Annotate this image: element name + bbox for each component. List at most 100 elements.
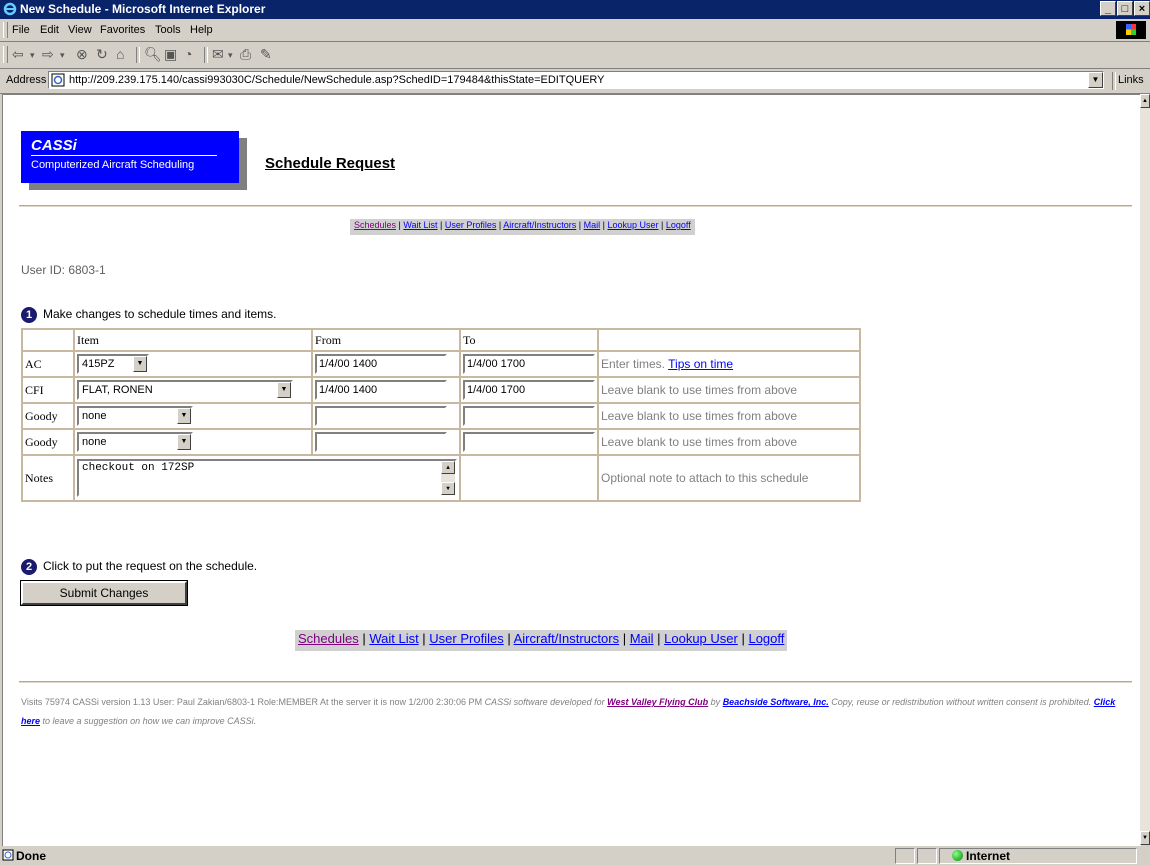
search-icon[interactable]: 🔍︎ (144, 46, 162, 63)
edit-icon[interactable]: ✎ (260, 46, 272, 63)
goody-select[interactable]: none ▼ (77, 432, 193, 452)
maximize-button[interactable]: □ (1117, 1, 1133, 16)
nav-wait-list[interactable]: Wait List (403, 220, 437, 230)
nav-aircraft-instructors[interactable]: Aircraft/Instructors (514, 631, 619, 646)
table-row-notes: Notes checkout on 172SP ▲ ▼ Optional note … (21, 454, 861, 502)
stop-icon[interactable]: ⊗ (76, 46, 88, 63)
nav-lookup-user[interactable]: Lookup User (664, 631, 738, 646)
from-input[interactable]: 1/4/00 1400 (315, 380, 448, 400)
forward-icon[interactable]: ⇨ (42, 46, 54, 63)
chevron-down-icon: ▼ (177, 434, 191, 450)
forward-dropdown-icon[interactable]: ▾ (60, 50, 65, 61)
minimize-button[interactable]: _ (1100, 1, 1116, 16)
scroll-up-icon[interactable]: ▲ (441, 461, 455, 474)
address-dropdown-icon[interactable]: ▼ (1088, 72, 1103, 88)
to-input[interactable] (463, 432, 595, 452)
favorites-icon[interactable]: ▣ (164, 46, 177, 63)
divider-bottom (19, 681, 1132, 683)
print-icon[interactable]: ⎙ (240, 46, 251, 63)
notes-hint: Optional note to attach to this schedule (601, 470, 809, 485)
row-label: Goody (21, 402, 75, 430)
nav-wait-list[interactable]: Wait List (369, 631, 418, 646)
notes-scrollbar[interactable]: ▲ ▼ (441, 461, 455, 495)
from-input[interactable]: 1/4/00 1400 (315, 354, 448, 374)
row-label: CFI (21, 376, 75, 404)
menu-view[interactable]: View (68, 24, 92, 36)
chevron-down-icon: ▼ (177, 408, 191, 424)
step-1-bullet: 1 (21, 307, 37, 323)
to-input[interactable]: 1/4/00 1700 (463, 380, 595, 400)
table-row: Goody none ▼ Leave blank to use times fro… (21, 428, 861, 456)
mail-dropdown-icon[interactable]: ▾ (228, 50, 233, 61)
home-icon[interactable]: ⌂ (116, 46, 124, 62)
address-label: Address (6, 74, 47, 86)
nav-schedules[interactable]: Schedules (354, 220, 396, 230)
toolbar: ⇦ ▾ ⇨ ▾ ⊗ ↻ ⌂ 🔍︎ ▣ ◔ ✉ ▾ ⎙ ✎ (0, 42, 1150, 69)
nav-mail[interactable]: Mail (584, 220, 601, 230)
refresh-icon[interactable]: ↻ (96, 46, 108, 63)
nav-aircraft-instructors[interactable]: Aircraft/Instructors (503, 220, 576, 230)
toolbar-grip (3, 46, 8, 63)
from-input[interactable] (315, 432, 448, 452)
page-title: Schedule Request (265, 155, 396, 172)
goody-select[interactable]: none ▼ (77, 406, 193, 426)
row-hint: Leave blank to use times from above (601, 434, 798, 449)
scroll-down-icon[interactable]: ▼ (441, 482, 455, 495)
nav-schedules[interactable]: Schedules (298, 631, 359, 646)
window-title: New Schedule - Microsoft Internet Explor… (20, 2, 266, 16)
row-hint: Leave blank to use times from above (601, 382, 798, 397)
nav-user-profiles[interactable]: User Profiles (445, 220, 497, 230)
nav-logoff[interactable]: Logoff (748, 631, 784, 646)
back-dropdown-icon[interactable]: ▾ (30, 50, 35, 61)
tips-on-time-link[interactable]: Tips on time (668, 357, 733, 371)
west-valley-link[interactable]: West Valley Flying Club (607, 697, 708, 707)
footer-text: Visits 75974 CASSi version 1.13 User: Pa… (21, 697, 1116, 726)
close-button[interactable]: × (1134, 1, 1150, 16)
to-input[interactable]: 1/4/00 1700 (463, 354, 595, 374)
links-button[interactable]: Links (1118, 74, 1144, 86)
mail-icon[interactable]: ✉ (212, 46, 224, 63)
address-input[interactable]: http://209.239.175.140/cassi993030C/Sche… (48, 71, 1104, 89)
nav-user-profiles[interactable]: User Profiles (429, 631, 503, 646)
instructor-select[interactable]: FLAT, RONEN ▼ (77, 380, 293, 400)
beachside-link[interactable]: Beachside Software, Inc. (723, 697, 829, 707)
menu-edit[interactable]: Edit (40, 24, 59, 36)
address-bar: Address http://209.239.175.140/cassi9930… (0, 69, 1150, 94)
aircraft-select[interactable]: 415PZ ▼ (77, 354, 149, 374)
scroll-up-icon[interactable]: ▲ (1140, 94, 1150, 108)
row-label: AC (21, 350, 75, 378)
menu-help[interactable]: Help (190, 24, 213, 36)
row-hint: Leave blank to use times from above (601, 408, 798, 423)
row-label: Goody (21, 428, 75, 456)
step-2-text: Click to put the request on the schedule… (43, 559, 258, 574)
from-input[interactable] (315, 406, 448, 426)
chevron-down-icon: ▼ (133, 356, 147, 372)
menu-tools[interactable]: Tools (155, 24, 181, 36)
nav-mail[interactable]: Mail (630, 631, 654, 646)
nav-logoff[interactable]: Logoff (666, 220, 691, 230)
title-bar: New Schedule - Microsoft Internet Explor… (0, 0, 1150, 19)
menu-favorites[interactable]: Favorites (100, 24, 145, 36)
notes-textarea[interactable]: checkout on 172SP ▲ ▼ (77, 459, 457, 497)
to-input[interactable] (463, 406, 595, 426)
menu-grip (3, 22, 8, 38)
history-icon[interactable]: ◔ (184, 46, 192, 62)
page-viewport: CASSi Computerized Aircraft Scheduling S… (2, 94, 1141, 846)
scroll-down-icon[interactable]: ▼ (1140, 831, 1150, 845)
menu-file[interactable]: File (12, 24, 30, 36)
submit-changes-button[interactable]: Submit Changes (20, 580, 188, 606)
row-hint: Enter times. (601, 356, 666, 371)
chevron-down-icon: ▼ (277, 382, 291, 398)
zone-text: Internet (966, 849, 1011, 863)
status-text: Done (16, 849, 46, 863)
row-label: Notes (21, 454, 75, 502)
step-2-bullet: 2 (21, 559, 37, 575)
page-scrollbar[interactable]: ▲ ▼ (1140, 94, 1150, 845)
nav-lookup-user[interactable]: Lookup User (607, 220, 658, 230)
logo-name: CASSi (31, 137, 77, 154)
menu-bar: File Edit View Favorites Tools Help (0, 19, 1150, 42)
nav-bar-bottom: Schedules | Wait List | User Profiles | … (295, 630, 788, 651)
back-icon[interactable]: ⇦ (12, 46, 24, 63)
schedule-table: Item From To AC 415PZ ▼ 1/4/00 1400 1/4/0… (21, 328, 861, 502)
col-header-to: To (459, 328, 599, 352)
